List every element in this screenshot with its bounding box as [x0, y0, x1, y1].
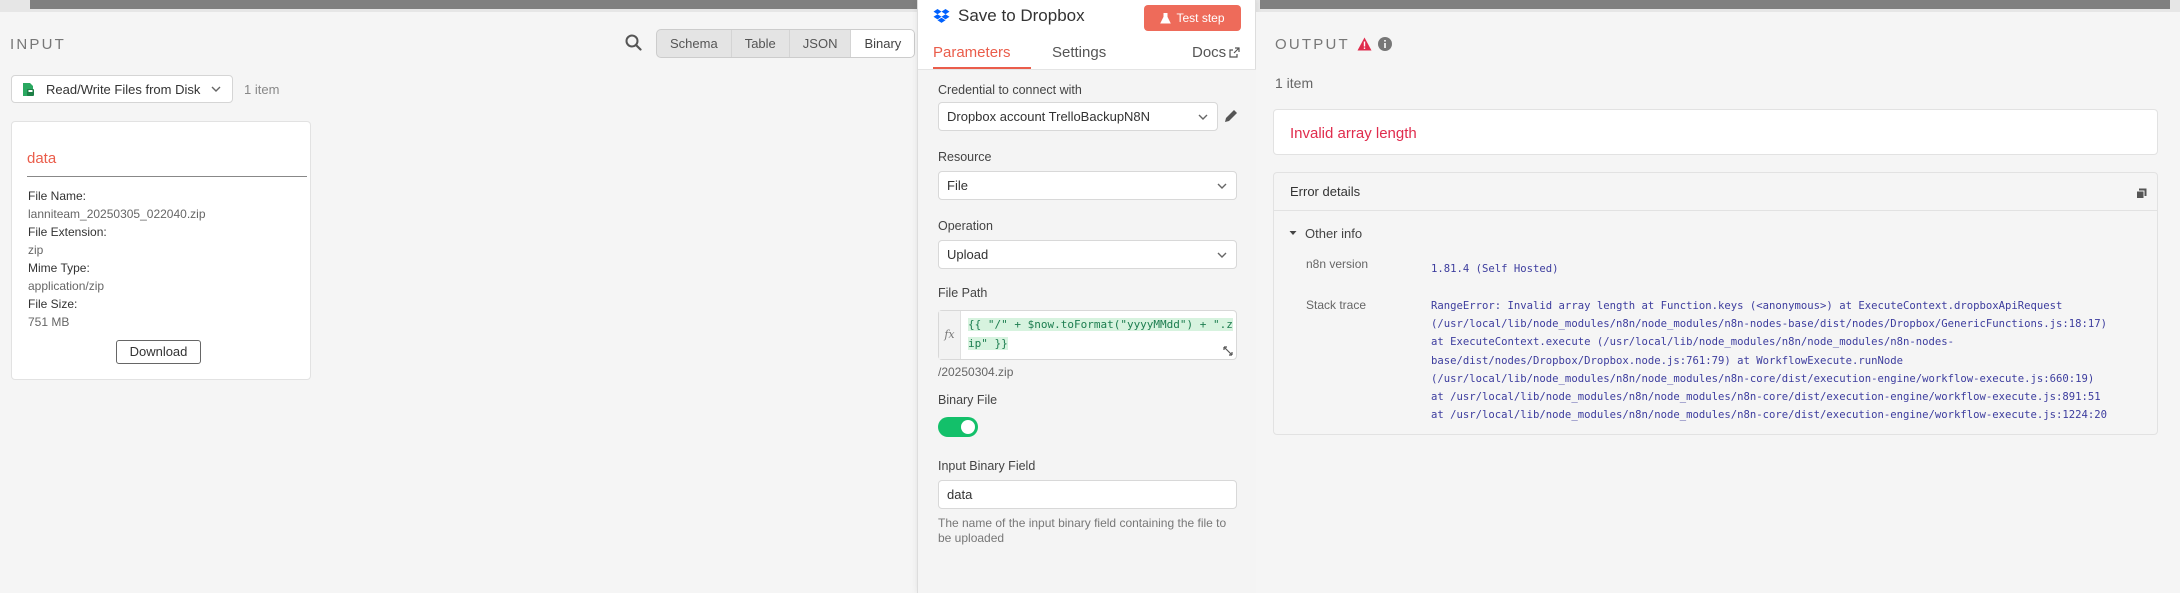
stack-trace-line: at ExecuteContext.execute (/usr/local/li…: [1431, 336, 1954, 349]
stack-trace-line: (/usr/local/lib/node_modules/n8n/node_mo…: [1431, 372, 2095, 385]
input-node-select-label: Read/Write Files from Disk: [46, 81, 201, 97]
error-details-label: Error details: [1290, 184, 1361, 199]
input-node-select[interactable]: Read/Write Files from Disk: [11, 75, 233, 103]
file-path-expression: {{ "/" + $now.toFormat("yyyyMMdd") + ".z…: [968, 318, 1233, 350]
flask-icon: [1160, 12, 1172, 23]
credential-select[interactable]: Dropbox account TrelloBackupN8N: [938, 102, 1218, 131]
info-icon[interactable]: [1377, 36, 1393, 52]
input-panel-title: INPUT: [10, 36, 66, 53]
stack-trace-line: (/usr/local/lib/node_modules/n8n/node_mo…: [1431, 318, 2108, 331]
resource-label: Resource: [938, 150, 992, 164]
file-extension-value: zip: [28, 243, 44, 257]
node-tabs: Parameters Settings Docs: [918, 36, 1257, 70]
search-icon[interactable]: [623, 32, 645, 54]
chevron-down-icon: [211, 86, 221, 92]
card-divider: [27, 176, 307, 177]
n8n-version-label: n8n version: [1306, 257, 1369, 271]
stack-trace-line: at /usr/local/lib/node_modules/n8n/node_…: [1431, 391, 2101, 404]
tab-table[interactable]: Table: [732, 30, 790, 57]
input-panel: INPUT Schema Table JSON Binary Read/Writ…: [0, 12, 917, 593]
node-header: Save to Dropbox Test step: [918, 0, 1257, 35]
tab-settings[interactable]: Settings: [1052, 44, 1106, 61]
error-details-header: Error details: [1274, 173, 2157, 211]
credential-label: Credential to connect with: [938, 83, 1082, 97]
chevron-down-icon: [1217, 183, 1227, 189]
tab-schema[interactable]: Schema: [657, 30, 732, 57]
stack-trace-line: RangeError: Invalid array length at Func…: [1431, 300, 2063, 312]
warning-icon: [1357, 37, 1372, 51]
stack-trace-line: base/dist/nodes/Dropbox/Dropbox.node.js:…: [1431, 354, 1903, 367]
tab-binary[interactable]: Binary: [851, 30, 915, 57]
file-size-value: 751 MB: [28, 315, 70, 329]
test-step-button[interactable]: Test step: [1144, 5, 1241, 31]
caret-down-icon: [1289, 231, 1297, 235]
copy-icon[interactable]: [2136, 188, 2147, 199]
error-message-box: Invalid array length: [1273, 109, 2158, 155]
credential-value: Dropbox account TrelloBackupN8N: [947, 109, 1151, 124]
input-binary-field-label: Input Binary Field: [938, 459, 1036, 473]
output-panel: OUTPUT 1 item Invalid array length Error…: [1256, 12, 2180, 593]
resource-select[interactable]: File: [938, 171, 1237, 200]
file-path-result: /20250304.zip: [938, 365, 1014, 379]
stack-trace: RangeError: Invalid array length at Func…: [1431, 297, 2146, 424]
stack-trace-line: at /usr/local/lib/node_modules/n8n/node_…: [1431, 409, 2108, 422]
docs-link[interactable]: Docs: [1192, 44, 1240, 61]
n8n-version-value: 1.81.4 (Self Hosted): [1431, 263, 1559, 275]
canvas-backdrop: [30, 0, 925, 9]
file-size-label: File Size:: [28, 297, 78, 311]
tab-parameters[interactable]: Parameters: [933, 44, 1011, 61]
binary-file-toggle[interactable]: [938, 417, 978, 437]
chevron-down-icon: [1198, 114, 1208, 120]
input-binary-field-hint: The name of the input binary field conta…: [938, 516, 1227, 545]
file-name-value: lanniteam_20250305_022040.zip: [28, 207, 206, 221]
node-title[interactable]: Save to Dropbox: [958, 6, 1085, 26]
other-info-toggle[interactable]: Other info: [1289, 226, 1362, 241]
mime-type-value: application/zip: [28, 279, 105, 293]
docs-label: Docs: [1192, 44, 1227, 61]
file-path-code[interactable]: {{ "/" + $now.toFormat("yyyyMMdd") + ".z…: [968, 315, 1234, 353]
tab-json[interactable]: JSON: [790, 30, 852, 57]
fx-badge: fx: [939, 311, 961, 359]
dropbox-icon: [933, 9, 950, 23]
stack-trace-label: Stack trace: [1306, 298, 1367, 312]
active-tab-indicator: [933, 67, 1031, 69]
pencil-icon[interactable]: [1223, 108, 1239, 124]
chevron-down-icon: [1217, 252, 1227, 258]
view-mode-tabs: Schema Table JSON Binary: [656, 29, 916, 58]
file-path-label: File Path: [938, 286, 988, 300]
error-details-panel: Error details Other info n8n version 1.8…: [1273, 172, 2158, 435]
output-panel-title: OUTPUT: [1275, 36, 1350, 53]
file-extension-label: File Extension:: [28, 225, 107, 239]
operation-value: Upload: [947, 247, 989, 262]
file-path-expression-editor[interactable]: fx {{ "/" + $now.toFormat("yyyyMMdd") + …: [938, 310, 1237, 360]
canvas-backdrop-right: [1260, 0, 2170, 9]
operation-select[interactable]: Upload: [938, 240, 1237, 269]
file-disk-icon: [23, 82, 34, 96]
file-name-label: File Name:: [28, 189, 87, 203]
mime-type-label: Mime Type:: [28, 261, 90, 275]
input-item-count: 1 item: [244, 82, 280, 97]
parameters-form: Credential to connect with Dropbox accou…: [918, 70, 1257, 593]
node-details-panel: Save to Dropbox Test step Parameters Set…: [917, 0, 1257, 593]
download-button[interactable]: Download: [116, 340, 201, 364]
binary-file-label: Binary File: [938, 393, 998, 407]
error-message: Invalid array length: [1290, 125, 1417, 142]
operation-label: Operation: [938, 219, 993, 233]
binary-card-title: data: [27, 150, 57, 167]
toggle-knob: [961, 420, 975, 434]
input-binary-field[interactable]: data: [938, 480, 1237, 509]
resource-value: File: [947, 178, 968, 193]
test-step-label: Test step: [1176, 11, 1225, 25]
binary-data-card: data File Name: lanniteam_20250305_02204…: [11, 121, 311, 380]
expand-icon[interactable]: [1223, 346, 1233, 356]
other-info-label: Other info: [1305, 226, 1363, 241]
external-link-icon: [1229, 47, 1240, 58]
output-item-count: 1 item: [1275, 75, 1314, 91]
